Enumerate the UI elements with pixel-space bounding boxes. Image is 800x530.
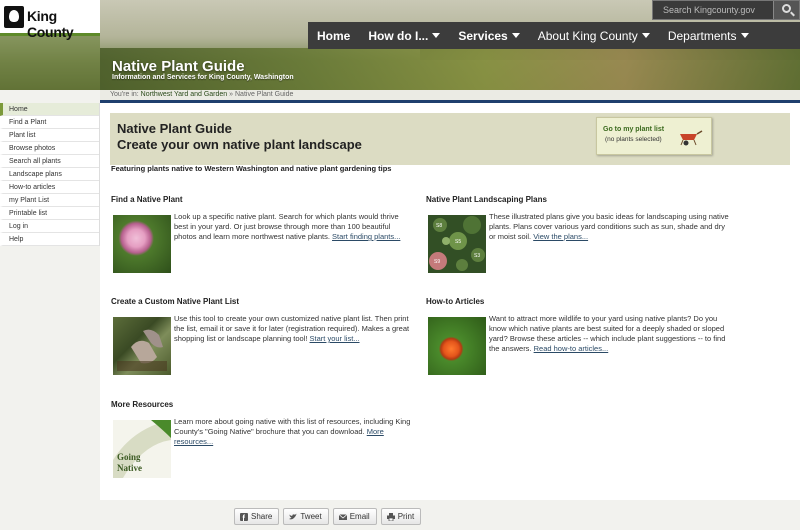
- section-text: These illustrated plans give you basic i…: [489, 212, 729, 241]
- search-icon: [782, 4, 791, 13]
- svg-text:S3: S3: [474, 253, 480, 259]
- email-icon: [338, 514, 347, 520]
- nav-home[interactable]: Home: [308, 29, 359, 43]
- nav-services[interactable]: Services: [449, 29, 528, 43]
- section-heading: More Resources: [111, 400, 174, 409]
- section-heading: Native Plant Landscaping Plans: [426, 195, 547, 204]
- logo-stripe: [0, 36, 100, 90]
- section-find-plant: Find a Native Plant Look up a specific n…: [111, 195, 411, 285]
- sidebar-item-find-plant[interactable]: Find a Plant: [0, 116, 99, 129]
- plan-map-graphic: S8 S5 S9 S3: [428, 215, 486, 273]
- search-input[interactable]: [655, 2, 773, 18]
- share-email-button[interactable]: Email: [332, 508, 377, 525]
- section-text: Learn more about going native with this …: [174, 417, 411, 446]
- section-heading: How-to Articles: [426, 297, 485, 306]
- section-landscape-plans: Native Plant Landscaping Plans S8 S5 S9 …: [426, 195, 729, 285]
- landscape-plan-image[interactable]: S8 S5 S9 S3: [428, 215, 486, 273]
- share-bar: Share Tweet Email Print: [234, 508, 422, 526]
- chevron-down-icon: [432, 33, 441, 38]
- start-finding-plants-link[interactable]: Start finding plants...: [332, 232, 400, 241]
- mlk-logo-icon: [4, 6, 24, 28]
- page-tagline: Featuring plants native to Western Washi…: [111, 164, 392, 173]
- section-text: Use this tool to create your own customi…: [174, 314, 410, 343]
- page-banner: Native Plant Guide Create your own nativ…: [110, 113, 790, 165]
- read-how-to-link[interactable]: Read how-to articles...: [534, 344, 609, 353]
- start-your-list-link[interactable]: Start your list...: [310, 334, 360, 343]
- king-county-logo[interactable]: King County: [0, 0, 100, 40]
- nav-about[interactable]: About King County: [529, 29, 659, 43]
- section-text: Look up a specific native plant. Search …: [174, 212, 401, 241]
- chevron-down-icon: [740, 33, 749, 38]
- sidebar-item-search-all[interactable]: Search all plants: [0, 155, 99, 168]
- sidebar-item-browse-photos[interactable]: Browse photos: [0, 142, 99, 155]
- section-resources: More Resources Going Native Learn more a…: [111, 400, 411, 490]
- brochure-graphic: Going Native: [113, 420, 171, 478]
- nav-departments[interactable]: Departments: [659, 29, 758, 43]
- svg-text:Going: Going: [117, 452, 141, 462]
- sidebar-item-my-plant-list[interactable]: my Plant List: [0, 194, 99, 207]
- plant-list-button-label: Go to my plant list: [603, 126, 665, 133]
- facebook-icon: [240, 513, 248, 521]
- page-subtitle: Create your own native plant landscape: [117, 137, 362, 152]
- sidebar-item-help[interactable]: Help: [0, 233, 99, 246]
- svg-text:S8: S8: [436, 223, 442, 229]
- logo-text: King County: [27, 8, 74, 40]
- share-facebook-button[interactable]: Share: [234, 508, 280, 525]
- nav-how-do-i[interactable]: How do I...: [359, 29, 449, 43]
- gardening-hands-photo[interactable]: [113, 317, 171, 375]
- search-button[interactable]: [773, 1, 799, 19]
- breadcrumb-link[interactable]: Northwest Yard and Garden: [141, 91, 228, 98]
- breadcrumb-current: Native Plant Guide: [235, 91, 294, 98]
- go-to-plant-list-button[interactable]: Go to my plant list (no plants selected): [596, 117, 712, 155]
- svg-text:S5: S5: [455, 239, 461, 245]
- view-plans-link[interactable]: View the plans...: [533, 232, 588, 241]
- going-native-brochure-image[interactable]: Going Native: [113, 420, 171, 478]
- site-header: King County Home How do I... Services Ab…: [0, 0, 800, 90]
- share-twitter-button[interactable]: Tweet: [283, 508, 329, 525]
- svg-text:S9: S9: [434, 259, 440, 265]
- breadcrumb-separator: »: [229, 91, 234, 98]
- wheelbarrow-icon: [680, 130, 703, 146]
- rhododendron-photo[interactable]: [113, 215, 171, 273]
- sidebar-item-home[interactable]: Home: [0, 103, 99, 116]
- sidebar: Home Find a Plant Plant list Browse phot…: [0, 103, 100, 246]
- section-how-to: How-to Articles Want to attract more wil…: [426, 297, 726, 387]
- sidebar-item-how-to[interactable]: How-to articles: [0, 181, 99, 194]
- chevron-down-icon: [511, 33, 520, 38]
- page-title: Native Plant Guide: [117, 121, 232, 136]
- search-box: [652, 0, 800, 20]
- breadcrumb-prefix: You're in:: [110, 91, 139, 98]
- site-title: Native Plant Guide: [112, 58, 245, 75]
- plant-list-status: (no plants selected): [605, 136, 662, 143]
- section-text: Want to attract more wildlife to your ya…: [489, 314, 726, 353]
- share-print-button[interactable]: Print: [380, 508, 422, 525]
- section-heading: Find a Native Plant: [111, 195, 183, 204]
- twitter-icon: [289, 513, 298, 520]
- hands-graphic: [117, 329, 167, 371]
- sidebar-item-printable-list[interactable]: Printable list: [0, 207, 99, 220]
- sidebar-item-plant-list[interactable]: Plant list: [0, 129, 99, 142]
- svg-text:Native: Native: [117, 463, 142, 473]
- sidebar-item-landscape-plans[interactable]: Landscape plans: [0, 168, 99, 181]
- print-icon: [386, 513, 395, 521]
- top-navigation: Home How do I... Services About King Cou…: [308, 22, 800, 49]
- salmonberry-photo[interactable]: [428, 317, 486, 375]
- breadcrumb: You're in: Northwest Yard and Garden » N…: [100, 90, 800, 100]
- sidebar-item-log-in[interactable]: Log in: [0, 220, 99, 233]
- chevron-down-icon: [641, 33, 650, 38]
- site-subtitle: Information and Services for King County…: [112, 74, 294, 81]
- section-custom-list: Create a Custom Native Plant List Use th…: [111, 297, 411, 387]
- section-heading: Create a Custom Native Plant List: [111, 297, 240, 306]
- main-content: Native Plant Guide Create your own nativ…: [100, 103, 800, 500]
